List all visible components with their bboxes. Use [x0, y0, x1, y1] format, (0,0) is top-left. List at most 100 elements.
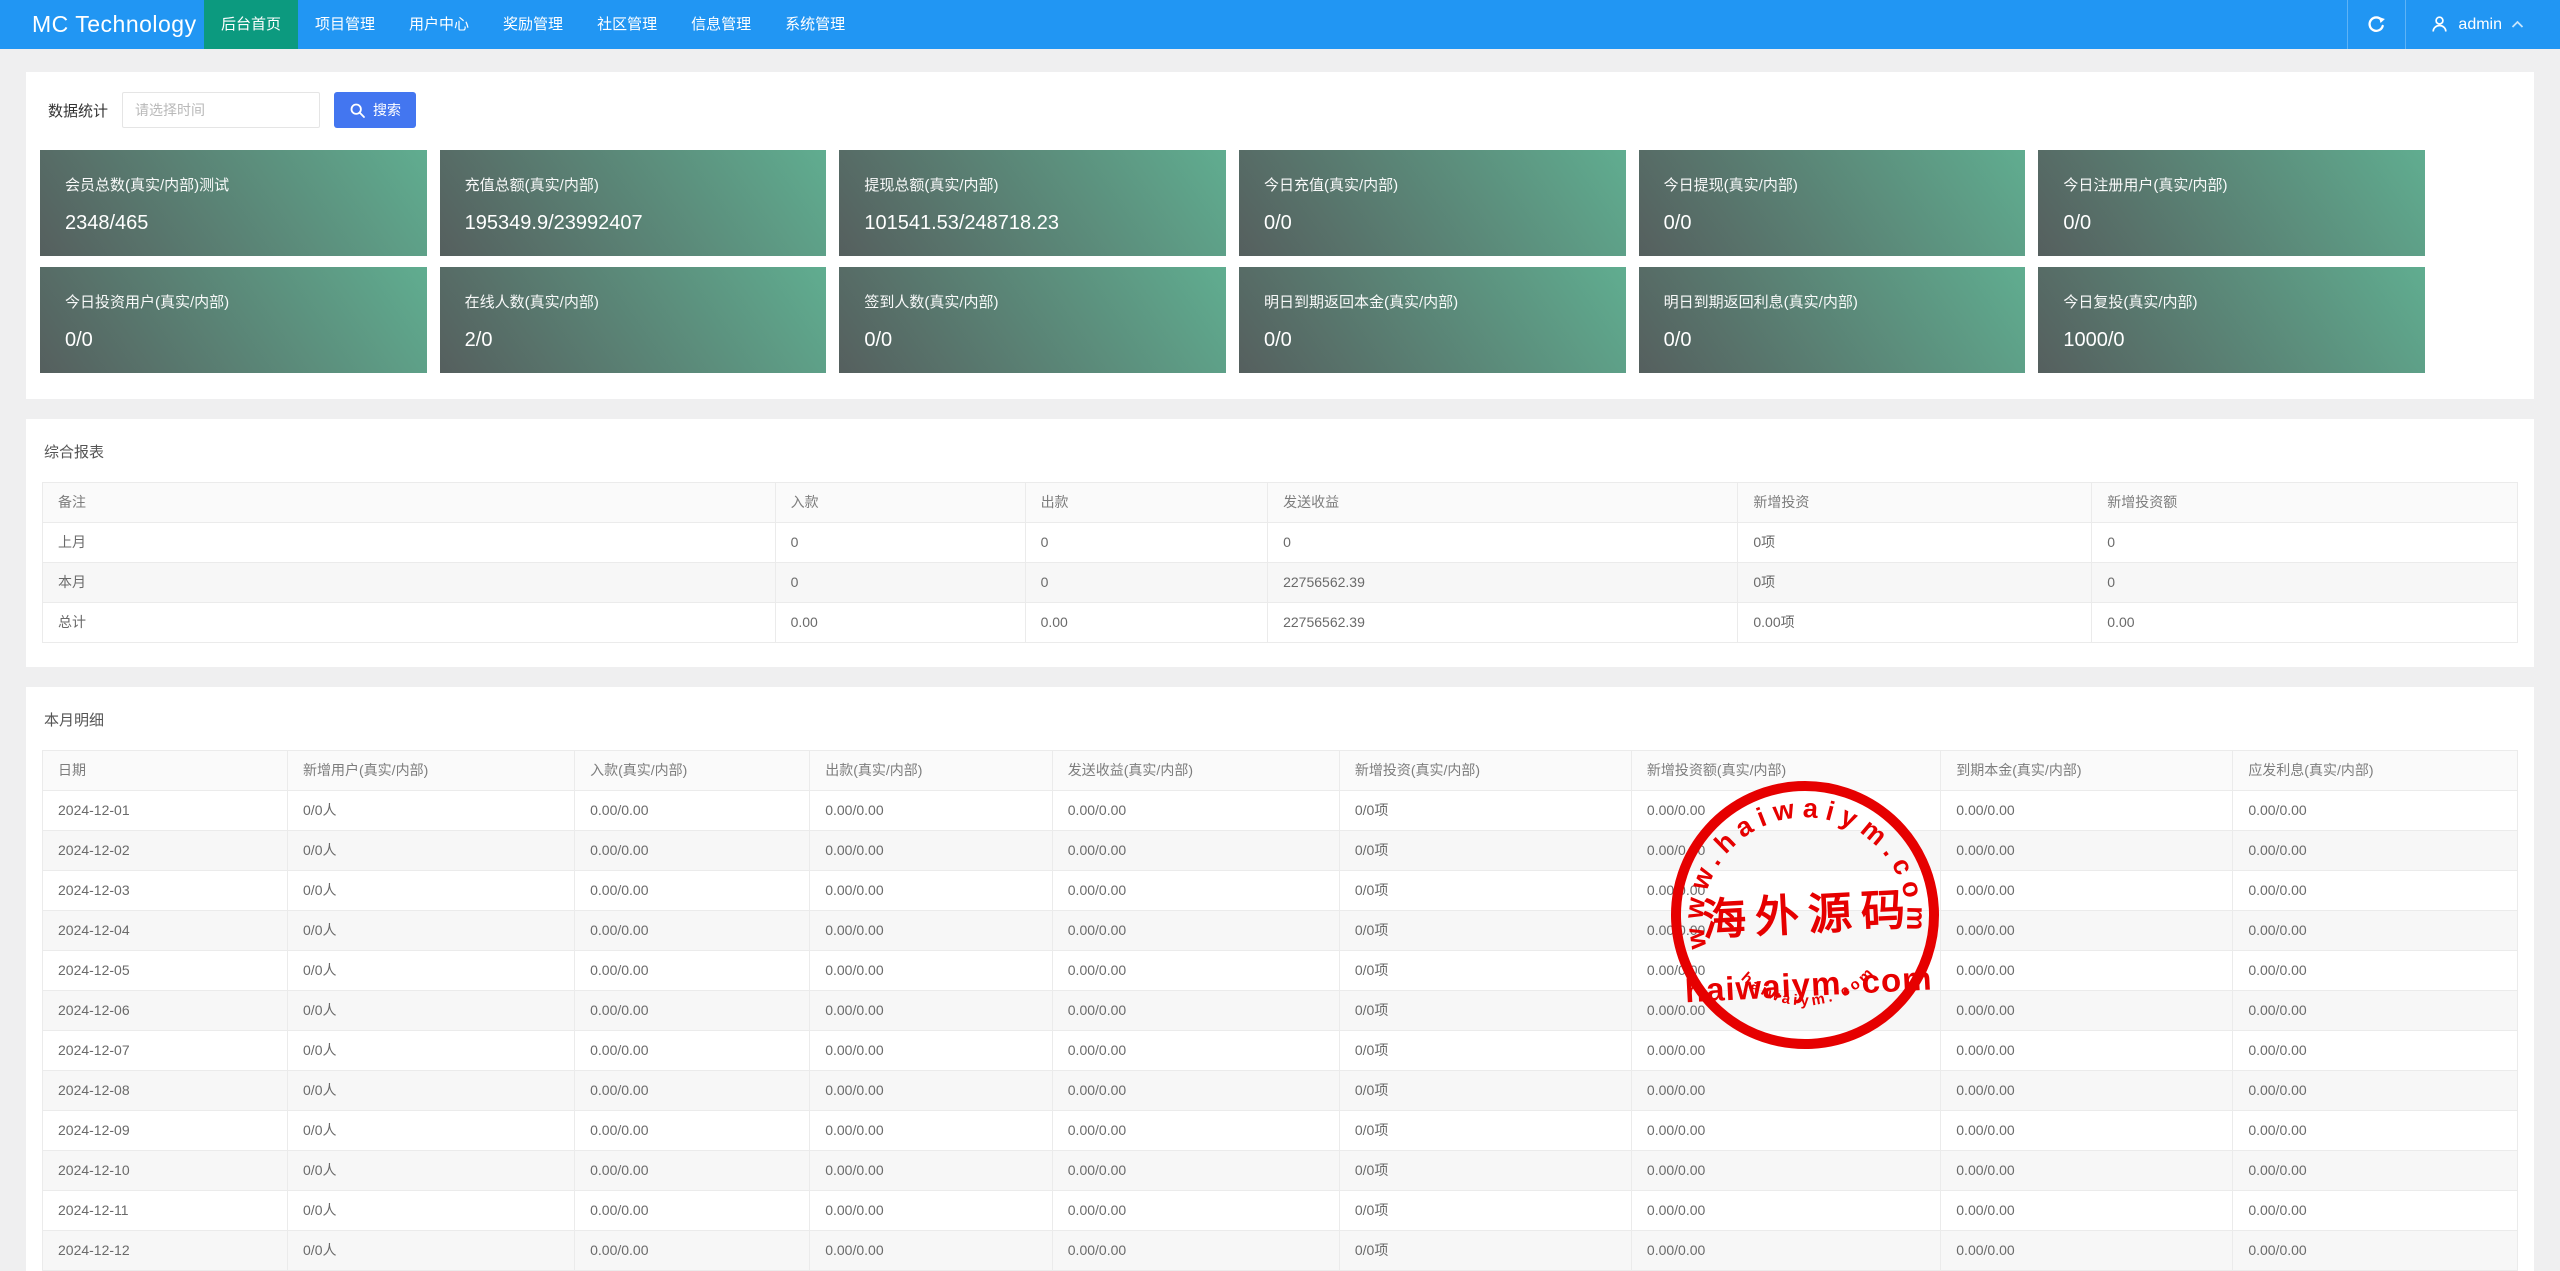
table-cell: 0.00/0.00 [2232, 990, 2518, 1031]
table-cell: 0.00/0.00 [2232, 870, 2518, 911]
stat-card-value: 0/0 [1263, 329, 1292, 351]
table-row: 本月 0 0 22756562.39 0项 0 [42, 562, 2518, 603]
table-cell: 0 [1267, 522, 1739, 563]
table-cell: 0.00/0.00 [1630, 870, 1942, 911]
table-cell: 2024-12-11 [41, 1190, 289, 1231]
table-cell: 0/0项 [1338, 830, 1632, 871]
date-range-input[interactable] [122, 92, 321, 128]
table-header-cell: 新增用户(真实/内部) [287, 750, 576, 791]
table-header-cell: 应发利息(真实/内部) [2232, 750, 2518, 791]
table-header-cell: 到期本金(真实/内部) [1940, 750, 2234, 791]
table-cell: 0.00/0.00 [2232, 1150, 2518, 1191]
table-cell: 0/0人 [287, 790, 576, 831]
table-cell: 0.00/0.00 [574, 1070, 811, 1111]
user-menu[interactable]: admin [2405, 0, 2560, 49]
table-cell: 0/0项 [1338, 1190, 1632, 1231]
stat-card-title: 明日到期返回本金(真实/内部) [1263, 294, 1459, 311]
table-cell: 0.00/0.00 [2232, 950, 2518, 991]
table-cell: 0.00/0.00 [1630, 1150, 1942, 1191]
table-cell: 0.00/0.00 [1630, 790, 1942, 831]
table-cell: 0.00/0.00 [809, 990, 1053, 1031]
refresh-icon [2366, 14, 2387, 35]
table-cell: 0/0项 [1338, 990, 1632, 1031]
table-row: 2024-12-12 0/0人 0.00/0.00 0.00/0.00 0.00/0.0… [41, 1230, 2518, 1271]
table-cell: 0.00/0.00 [809, 830, 1053, 871]
table-cell: 0.00/0.00 [1630, 1070, 1942, 1111]
nav-item-1[interactable]: 后台首页 [204, 0, 299, 49]
table-cell: 2024-12-10 [41, 1150, 289, 1191]
table-cell: 0.00/0.00 [809, 910, 1053, 951]
table-cell: 0.00/0.00 [809, 1230, 1053, 1271]
stat-card-7: 今日投资用户(真实/内部) 0/0 [40, 267, 427, 373]
table-cell: 0.00/0.00 [809, 1150, 1053, 1191]
table-cell: 0.00/0.00 [2232, 910, 2518, 951]
table-cell: 0 [1024, 522, 1269, 563]
table-row: 2024-12-02 0/0人 0.00/0.00 0.00/0.00 0.00/0.0… [41, 830, 2518, 871]
report-table: 备注 入款 出款 发送收益 新增投资 新增投资额 上月 0 0 0 0项 0 本月 0 0 22756562.… [42, 482, 2518, 643]
table-cell: 0.00/0.00 [1051, 1190, 1340, 1231]
table-cell: 0.00/0.00 [1630, 1030, 1942, 1071]
table-cell: 0.00/0.00 [574, 990, 811, 1031]
table-header-cell: 发送收益 [1267, 482, 1739, 523]
table-cell: 0.00/0.00 [1630, 1110, 1942, 1151]
table-cell: 0/0项 [1338, 1070, 1632, 1111]
table-cell: 0.00/0.00 [574, 1150, 811, 1191]
table-row: 2024-12-10 0/0人 0.00/0.00 0.00/0.00 0.00/0.0… [41, 1150, 2518, 1191]
nav-item-3[interactable]: 用户中心 [392, 0, 486, 49]
nav-item-7[interactable]: 系统管理 [768, 0, 862, 49]
table-cell: 0.00/0.00 [1051, 830, 1340, 871]
stat-card-value: 0/0 [1263, 212, 1292, 234]
nav-item-4[interactable]: 奖励管理 [486, 0, 580, 49]
stat-card-value: 0/0 [1663, 212, 1692, 234]
refresh-button[interactable] [2347, 0, 2405, 49]
stat-card-title: 充值总额(真实/内部) [464, 177, 599, 194]
table-cell: 0.00/0.00 [1051, 950, 1340, 991]
table-cell: 2024-12-12 [41, 1230, 289, 1271]
table-row: 2024-12-06 0/0人 0.00/0.00 0.00/0.00 0.00/0.0… [41, 990, 2518, 1031]
table-cell: 0/0人 [287, 990, 576, 1031]
stat-card-title: 今日注册用户(真实/内部) [2063, 177, 2228, 194]
stat-card-value: 2348/465 [65, 212, 149, 234]
user-icon [2430, 15, 2449, 34]
caret-up-icon [2511, 20, 2524, 29]
stat-card-10: 明日到期返回本金(真实/内部) 0/0 [1238, 267, 1626, 373]
table-row: 2024-12-05 0/0人 0.00/0.00 0.00/0.00 0.00/0.0… [41, 950, 2518, 991]
table-cell: 0.00/0.00 [1630, 990, 1942, 1031]
stat-card-3: 提现总额(真实/内部) 101541.53/248718.23 [839, 150, 1226, 256]
table-cell: 0.00 [2091, 602, 2518, 643]
table-cell: 0.00/0.00 [1940, 870, 2234, 911]
stat-card-value: 1000/0 [2063, 329, 2125, 351]
table-cell: 0 [1024, 562, 1269, 603]
table-cell: 0/0人 [287, 910, 576, 951]
search-row: 数据统计 搜索 [40, 92, 2520, 128]
stat-card-2: 充值总额(真实/内部) 195349.9/23992407 [439, 150, 827, 256]
table-row: 总计 0.00 0.00 22756562.39 0.00项 0.00 [42, 602, 2518, 643]
search-icon [349, 102, 366, 119]
table-cell: 0.00/0.00 [2232, 1070, 2518, 1111]
nav-item-5[interactable]: 社区管理 [580, 0, 674, 49]
nav-item-2[interactable]: 项目管理 [298, 0, 392, 49]
table-cell: 总计 [42, 602, 776, 643]
table-header-row: 日期 新增用户(真实/内部) 入款(真实/内部) 出款(真实/内部) 发送收益(真实/内… [41, 750, 2518, 791]
stat-card-8: 在线人数(真实/内部) 2/0 [439, 267, 827, 373]
table-header-cell: 备注 [42, 482, 776, 523]
table-cell: 0 [774, 522, 1026, 563]
stat-card-title: 今日充值(真实/内部) [1263, 177, 1399, 194]
stat-card-title: 在线人数(真实/内部) [464, 294, 599, 311]
search-button[interactable]: 搜索 [334, 92, 417, 128]
table-cell: 0.00/0.00 [1940, 790, 2234, 831]
table-cell: 0/0人 [287, 1030, 576, 1071]
stat-card-title: 签到人数(真实/内部) [864, 294, 999, 311]
table-row: 2024-12-01 0/0人 0.00/0.00 0.00/0.00 0.00/0.0… [41, 790, 2518, 831]
stat-card-title: 今日复投(真实/内部) [2063, 294, 2198, 311]
table-cell: 0 [774, 562, 1026, 603]
search-button-label: 搜索 [373, 102, 402, 118]
stat-card-5: 今日提现(真实/内部) 0/0 [1638, 150, 2026, 256]
table-cell: 0.00/0.00 [1940, 990, 2234, 1031]
table-cell: 0/0项 [1338, 1230, 1632, 1271]
table-cell: 0.00/0.00 [1051, 1030, 1340, 1071]
table-row: 2024-12-11 0/0人 0.00/0.00 0.00/0.00 0.00/0.0… [41, 1190, 2518, 1231]
nav-item-6[interactable]: 信息管理 [674, 0, 768, 49]
table-cell: 22756562.39 [1267, 562, 1739, 603]
table-cell: 0/0人 [287, 1190, 576, 1231]
